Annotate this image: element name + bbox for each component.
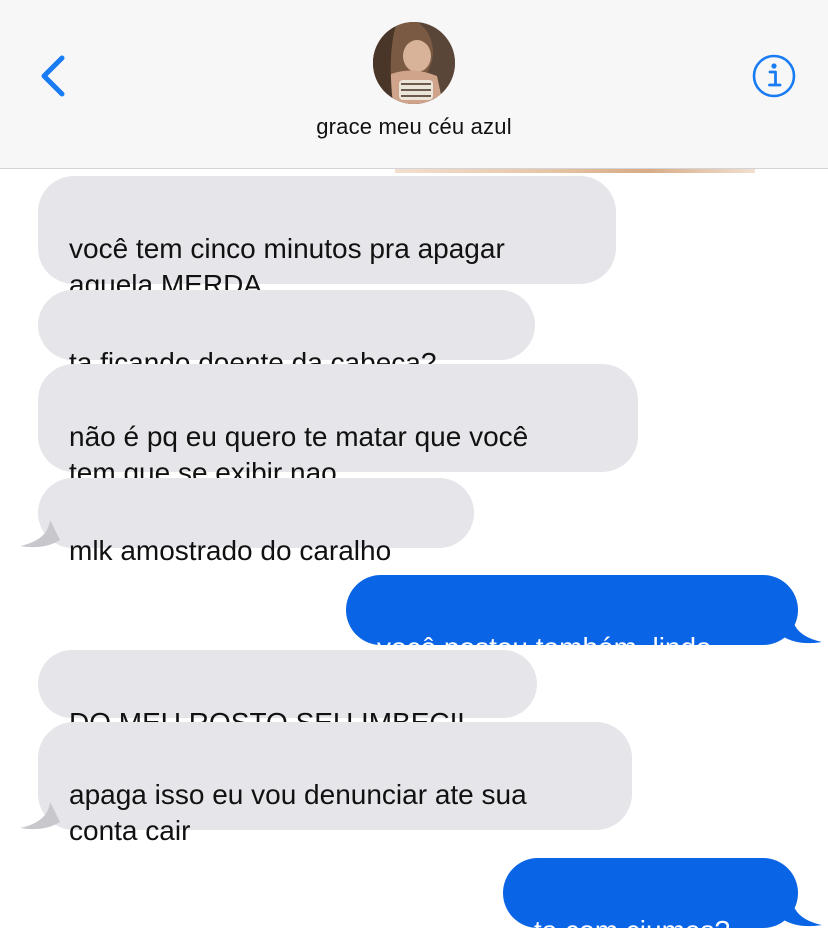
message-bubble-incoming[interactable]: você tem cinco minutos pra apagar aquela…	[38, 176, 616, 300]
message-bubble-incoming[interactable]: ta ficando doente da cabeça?	[38, 290, 535, 378]
bubble-tail-outgoing	[782, 899, 822, 927]
message-bubble-incoming[interactable]: mlk amostrado do caralho	[38, 478, 474, 566]
avatar-photo	[373, 22, 455, 104]
bubble-tail-outgoing	[782, 616, 822, 644]
message-text: ta com ciumes?	[534, 915, 731, 931]
message-text: mlk amostrado do caralho	[69, 535, 392, 566]
message-bubble-incoming[interactable]: não é pq eu quero te matar que você tem …	[38, 364, 638, 488]
conversation-header: grace meu céu azul	[0, 0, 828, 169]
contact-avatar[interactable]	[373, 22, 455, 104]
message-bubble-incoming[interactable]: DO MEU ROSTO SEU IMBECIL	[38, 650, 537, 738]
bubble-tail-incoming	[20, 520, 60, 548]
info-button[interactable]	[751, 53, 797, 99]
contact-name[interactable]: grace meu céu azul	[0, 114, 828, 140]
message-bubble-outgoing[interactable]: você postou também, linda	[346, 575, 798, 663]
bubble-tail-incoming	[20, 802, 60, 830]
messages-screen: grace meu céu azul você tem cinco minuto…	[0, 0, 828, 931]
message-text: apaga isso eu vou denunciar ate sua cont…	[69, 779, 527, 846]
chevron-left-icon	[41, 55, 65, 97]
message-bubble-incoming[interactable]: apaga isso eu vou denunciar ate sua cont…	[38, 722, 632, 846]
message-bubble-outgoing[interactable]: ta com ciumes?	[503, 858, 798, 931]
info-icon	[752, 54, 796, 98]
back-button[interactable]	[34, 52, 74, 100]
